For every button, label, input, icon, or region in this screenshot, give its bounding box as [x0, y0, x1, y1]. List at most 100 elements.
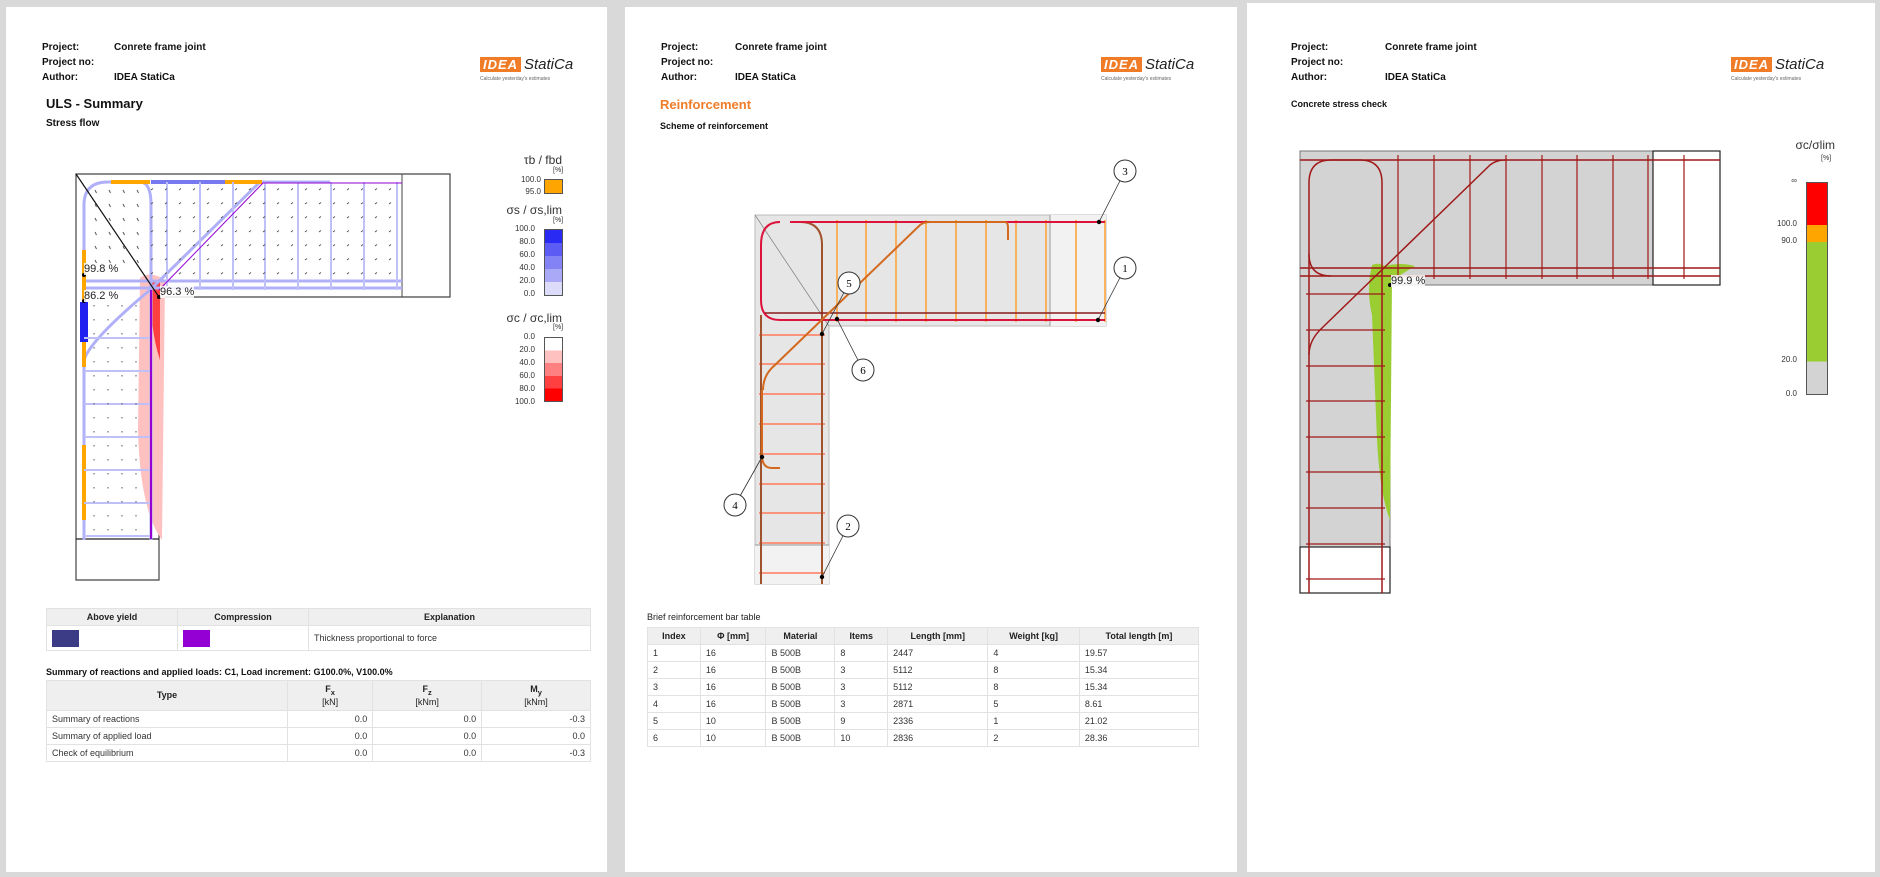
table-cell: 3 [834, 695, 889, 713]
report-page-reinforcement: Project: Conrete frame joint Project no:… [625, 7, 1237, 872]
col-header: Length [mm] [887, 627, 989, 645]
stress-arrow [94, 231, 97, 236]
table-cell: 16 [699, 695, 767, 713]
table-cell: 19.57 [1078, 644, 1200, 662]
legend-unit: [%] [553, 217, 564, 224]
legend-value: 60.0 [519, 250, 535, 259]
table-cell: 10 [834, 729, 889, 747]
col-header: Index [647, 627, 701, 645]
stirrups [84, 182, 398, 537]
table-cell: 2836 [887, 729, 989, 747]
legend-steel-bar [544, 229, 563, 296]
stress-arrow [276, 216, 280, 219]
stress-arrow [276, 188, 280, 191]
table-cell: 16 [699, 661, 767, 679]
stress-arrow [248, 202, 252, 205]
stress-arrow [346, 188, 350, 191]
legend-unit: [%] [1821, 155, 1832, 162]
legend-title: σc/σlim [1795, 138, 1835, 152]
legend-value: 90.0 [1781, 236, 1797, 245]
stress-arrow [248, 272, 252, 275]
table-cell: 0.0 [286, 743, 374, 762]
stress-arrow [332, 202, 336, 205]
stress-arrow [234, 272, 238, 275]
column-end-region [755, 545, 829, 584]
table-cell: 8 [987, 678, 1080, 696]
legend-value: 100.0 [1776, 219, 1797, 228]
callout-dot [834, 316, 840, 322]
stress-arrow [234, 216, 238, 219]
report-page-uls-summary: Project: Conrete frame joint Project no:… [6, 7, 607, 872]
stress-arrow [220, 202, 224, 205]
col-header-unit: [kNm] [524, 696, 548, 707]
col-header: Fx [kN] [286, 680, 374, 711]
table-row: 2 16 B 500B 3 5112 8 15.34 [647, 661, 1200, 679]
stress-arrow [388, 188, 392, 191]
compression-swatch [183, 629, 210, 647]
stress-arrow [108, 217, 111, 222]
stress-arrow [122, 189, 125, 194]
table-cell: 0.0 [372, 709, 483, 728]
table-cell: 0.0 [372, 726, 483, 745]
legend-value: 0.0 [1785, 389, 1797, 398]
stress-arrow [248, 230, 252, 233]
table-cell: 4 [647, 695, 701, 713]
legend-value: 100.0 [514, 397, 535, 406]
col-header-sub: x [330, 687, 335, 697]
stress-arrow [290, 230, 294, 233]
table-cell: 2871 [887, 695, 989, 713]
stress-arrow [276, 258, 280, 261]
table-cell: 5112 [887, 661, 989, 679]
legend-value: 40.0 [519, 263, 535, 272]
table-cell: B 500B [765, 644, 836, 662]
col-header: Type [46, 680, 288, 711]
explanation-text: Thickness proportional to force [308, 625, 591, 651]
table-cell: -0.3 [481, 709, 591, 728]
legend-concrete-bar [544, 337, 563, 402]
stress-arrow [304, 258, 308, 261]
stress-arrow [122, 217, 125, 222]
stress-arrow [234, 230, 238, 233]
table-row: 1 16 B 500B 8 2447 4 19.57 [647, 644, 1200, 662]
stress-arrow [192, 230, 196, 233]
stress-arrow [346, 202, 350, 205]
col-header: Φ [mm] [699, 627, 767, 645]
stress-arrow [346, 230, 350, 233]
table-cell: 21.02 [1078, 712, 1200, 730]
table-row: 3 16 B 500B 3 5112 8 15.34 [647, 678, 1200, 696]
stress-arrow [276, 244, 280, 247]
compression-strut [158, 182, 402, 291]
stress-arrow [178, 230, 182, 233]
table-cell: 15.34 [1078, 678, 1200, 696]
stress-arrow [318, 244, 322, 247]
stress-arrow [346, 258, 350, 261]
table-row: Summary of applied load 0.0 0.0 0.0 [46, 726, 591, 745]
callout-3: 3 [1096, 159, 1137, 225]
beam-end-region [1050, 215, 1106, 326]
stress-arrow [178, 216, 182, 219]
table-row: 6 10 B 500B 10 2836 2 28.36 [647, 729, 1200, 747]
stress-arrow [304, 202, 308, 205]
stress-arrow [136, 203, 139, 208]
callout-number: 6 [860, 365, 866, 377]
col-header: Items [834, 627, 889, 645]
stress-arrow [318, 202, 322, 205]
callout-number: 4 [732, 500, 738, 512]
stress-arrow [332, 244, 336, 247]
legend-value: 80.0 [519, 237, 535, 246]
legend-table: Above yield Compression Explanation Thic… [46, 608, 591, 651]
stress-arrow [122, 259, 125, 264]
callout-number: 1 [1122, 263, 1128, 275]
table-cell: B 500B [765, 661, 836, 679]
bar-high-stress [80, 302, 88, 342]
stress-arrow [192, 202, 196, 205]
col-header: Above yield [46, 608, 178, 626]
stress-arrow [136, 259, 139, 264]
concrete-outline [1299, 150, 1654, 548]
stress-arrow [360, 216, 364, 219]
table-cell: 2 [987, 729, 1080, 747]
stress-arrow [332, 272, 336, 275]
stress-arrow [122, 231, 125, 236]
stress-arrow [136, 245, 139, 250]
stress-arrow [108, 203, 111, 208]
